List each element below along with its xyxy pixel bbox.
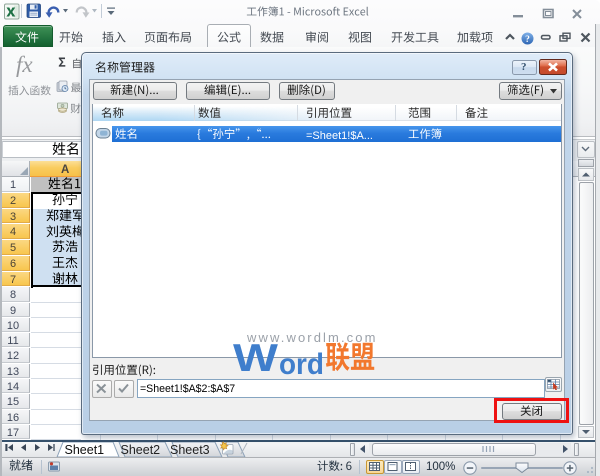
svg-text:?: ? <box>525 35 530 45</box>
